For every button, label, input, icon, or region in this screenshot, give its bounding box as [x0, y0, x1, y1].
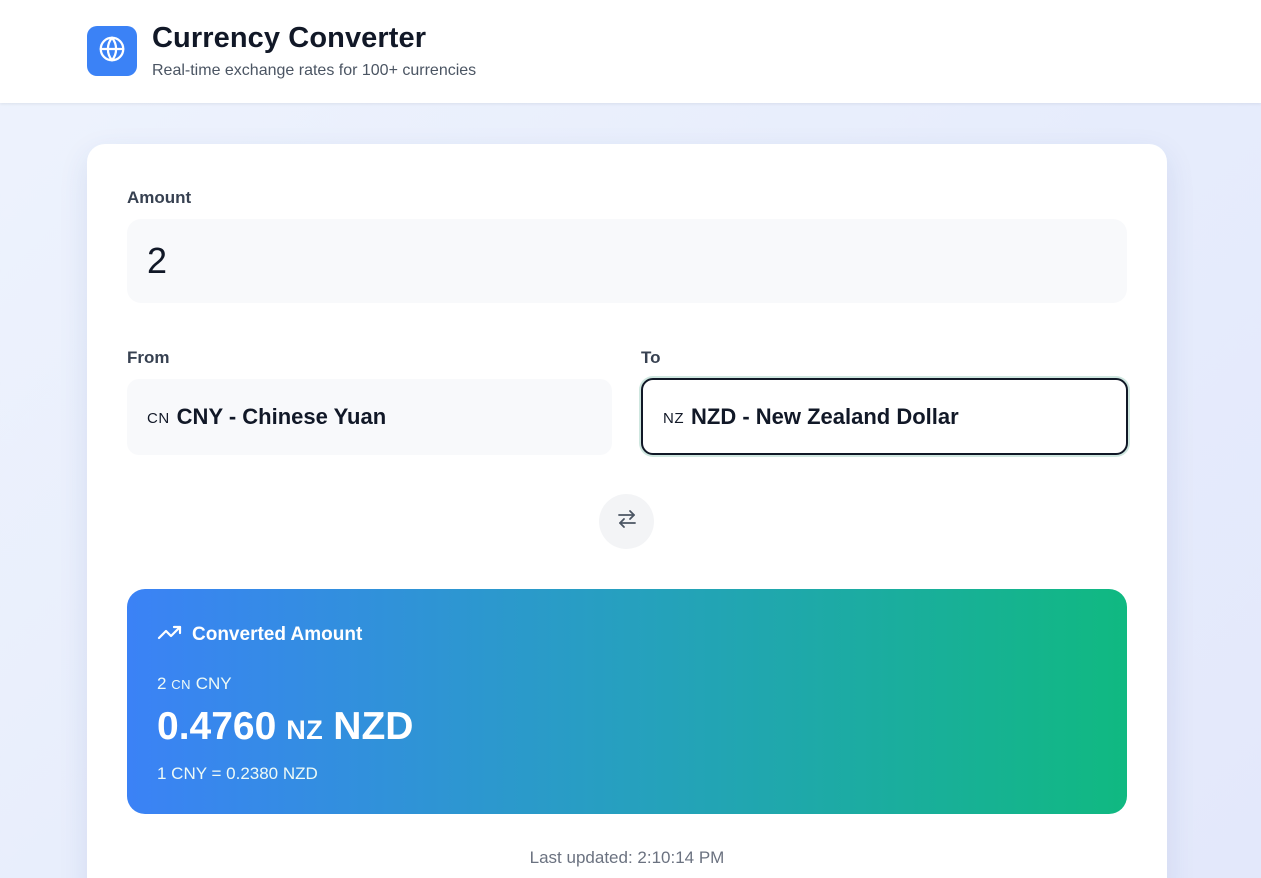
source-amount: 2 CN CNY [157, 674, 232, 694]
app-header: Currency Converter Real-time exchange ra… [0, 0, 1261, 103]
converter-card: Amount From To CN CNY - Chinese Yuan NZ … [87, 144, 1167, 878]
to-label: To [641, 348, 661, 367]
nz-flag: NZ [286, 715, 324, 745]
cn-flag: CN [171, 677, 191, 692]
exchange-rate-text: 1 CNY = 0.2380 NZD [157, 764, 318, 783]
last-updated-text: Last updated: 2:10:14 PM [529, 848, 725, 867]
globe-icon [97, 34, 127, 69]
result-heading-text: Converted Amount [192, 624, 363, 645]
conversion-result-panel: Converted Amount 2 CN CNY 0.4760 NZ NZD … [127, 589, 1127, 814]
source-currency-code: CNY [195, 674, 232, 693]
swap-arrows-icon [615, 507, 639, 536]
swap-currencies-button[interactable] [599, 494, 654, 549]
amount-input[interactable] [127, 219, 1127, 303]
cn-flag: CN [147, 410, 170, 427]
converted-value: 0.4760 [157, 705, 277, 748]
source-amount-value: 2 [157, 674, 167, 693]
to-currency-text: NZD - New Zealand Dollar [691, 403, 959, 429]
app-title: Currency Converter [152, 22, 427, 54]
app-subtitle: Real-time exchange rates for 100+ curren… [152, 62, 477, 79]
app-logo [87, 26, 137, 76]
from-currency-select[interactable]: CN CNY - Chinese Yuan [127, 379, 612, 455]
result-heading: Converted Amount [157, 623, 362, 647]
trending-up-icon [157, 623, 192, 647]
nz-flag: NZ [663, 409, 684, 427]
target-currency-code: NZD [333, 705, 414, 748]
amount-label: Amount [127, 188, 192, 207]
to-currency-select[interactable]: NZ NZD - New Zealand Dollar [641, 378, 1128, 455]
converted-amount: 0.4760 NZ NZD [157, 705, 413, 749]
from-label: From [127, 348, 170, 367]
from-currency-text: CNY - Chinese Yuan [176, 404, 387, 429]
